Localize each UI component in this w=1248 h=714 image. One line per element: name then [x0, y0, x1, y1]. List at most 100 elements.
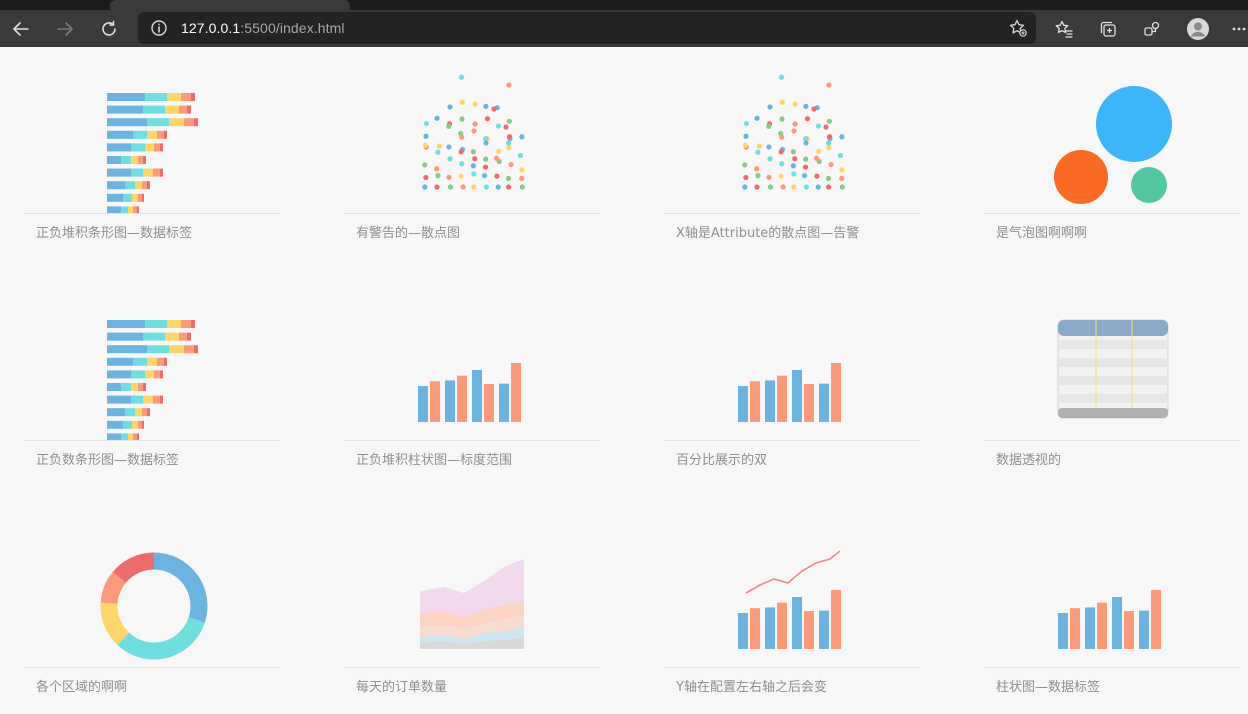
- bar-segment: [125, 408, 135, 417]
- scatter-point: [436, 143, 443, 149]
- collections-icon: [1100, 21, 1116, 37]
- chart-card[interactable]: 正负数条形图—数据标签: [24, 274, 280, 474]
- bar-segment: [128, 206, 133, 213]
- bar-segment: [131, 383, 138, 391]
- bar-segment: [107, 433, 121, 440]
- scatter-point: [754, 166, 760, 172]
- bar-segment: [107, 118, 147, 127]
- address-bar[interactable]: 127.0.0.1:5500/index.html: [138, 12, 1036, 44]
- chart-card[interactable]: 正负堆积条形图—数据标签: [24, 47, 280, 247]
- scatter-point: [779, 161, 785, 167]
- card-divider: [24, 440, 280, 441]
- scatter-point: [826, 82, 832, 88]
- scatter-point: [778, 74, 785, 80]
- column: [457, 375, 467, 422]
- bar-segment: [107, 143, 131, 152]
- favorites-button[interactable]: [1050, 16, 1078, 42]
- bar-segment: [143, 332, 165, 341]
- scatter-point: [837, 152, 844, 159]
- arrow-left-icon: [13, 22, 29, 36]
- column: [1139, 610, 1149, 649]
- column: [777, 602, 787, 649]
- favorites-list-icon: [1055, 20, 1073, 38]
- column: [819, 383, 829, 422]
- scatter-point: [813, 155, 820, 161]
- scatter-point: [823, 124, 829, 130]
- scatter-point: [471, 128, 477, 134]
- scatter-point: [470, 163, 476, 169]
- scatter-point: [517, 152, 524, 159]
- card-divider: [24, 213, 280, 214]
- profile-button[interactable]: [1184, 16, 1212, 42]
- site-info-icon[interactable]: [150, 19, 168, 41]
- scatter-point: [811, 106, 817, 112]
- bar-segment: [147, 181, 150, 190]
- bar-segment: [143, 168, 153, 177]
- bar-segment: [143, 105, 165, 114]
- scatter-point: [743, 174, 749, 181]
- bubble: [1131, 167, 1167, 203]
- scatter-point: [519, 175, 525, 182]
- bubble: [1054, 150, 1108, 204]
- chart-card[interactable]: X轴是Attribute的散点图—告警: [664, 47, 920, 247]
- extensions-button[interactable]: [1138, 16, 1166, 42]
- bar-segment: [107, 93, 145, 101]
- bar-segment: [184, 345, 194, 354]
- scatter-point: [755, 149, 761, 155]
- donut-thumbnail: [100, 552, 208, 660]
- card-divider: [344, 213, 600, 214]
- chart-card[interactable]: 有警告的—散点图: [344, 47, 600, 247]
- chart-card[interactable]: 是气泡图啊啊啊: [984, 47, 1240, 247]
- forward-button[interactable]: [51, 16, 79, 42]
- chart-card[interactable]: 正负堆积柱状图—标度范围: [344, 274, 600, 474]
- reload-button[interactable]: [95, 16, 123, 42]
- bar-segment: [138, 383, 143, 391]
- chart-card[interactable]: 百分比展示的双: [664, 274, 920, 474]
- url-text[interactable]: 127.0.0.1:5500/index.html: [181, 20, 345, 36]
- trend-line: [745, 550, 841, 594]
- scatter-point: [422, 162, 428, 168]
- bar-segment: [107, 383, 121, 391]
- add-favorite-icon[interactable]: [1008, 18, 1028, 42]
- collections-button[interactable]: [1094, 16, 1122, 42]
- scatter-point: [506, 145, 512, 151]
- scatter-point: [742, 184, 748, 190]
- scatter-point: [826, 140, 832, 146]
- bar-segment: [107, 105, 143, 114]
- bar-segment: [132, 193, 138, 202]
- scatter-point: [446, 123, 452, 129]
- more-menu-button[interactable]: [1228, 16, 1248, 42]
- scatter-point: [839, 175, 845, 182]
- bar-segment: [131, 395, 143, 404]
- bar-segment: [132, 420, 138, 429]
- card-caption: 正负堆积条形图—数据标签: [36, 226, 193, 241]
- stacked-hbar-thumbnail: [107, 320, 198, 440]
- chart-card[interactable]: 柱状图—数据标签: [984, 501, 1240, 701]
- scatter-point: [471, 171, 477, 177]
- scatter-point: [826, 118, 832, 124]
- chart-card[interactable]: 各个区域的啊啊: [24, 501, 280, 701]
- chart-card[interactable]: Y轴在配置左右轴之后会变: [664, 501, 920, 701]
- back-button[interactable]: [7, 16, 35, 42]
- scatter-point: [458, 173, 464, 179]
- scatter-point: [435, 173, 441, 179]
- scatter-point: [803, 140, 809, 146]
- scatter-point: [790, 163, 796, 169]
- scatter-point: [447, 156, 453, 162]
- chart-card[interactable]: 每天的订单数量: [344, 501, 600, 701]
- scatter-point: [506, 118, 512, 124]
- active-tab[interactable]: [110, 0, 350, 10]
- bar-segment: [191, 320, 195, 328]
- scatter-point: [815, 184, 821, 190]
- bar-segment: [107, 181, 125, 190]
- bar-segment: [194, 118, 198, 127]
- column: [1085, 607, 1095, 649]
- scatter-point: [459, 116, 465, 122]
- chart-card[interactable]: 数据透视的: [984, 274, 1240, 474]
- scatter-point: [803, 156, 809, 162]
- column: [418, 386, 428, 422]
- bar-segment: [107, 332, 143, 341]
- bar-segment: [131, 370, 145, 379]
- card-caption: X轴是Attribute的散点图—告警: [676, 226, 860, 241]
- bubble: [1096, 86, 1172, 162]
